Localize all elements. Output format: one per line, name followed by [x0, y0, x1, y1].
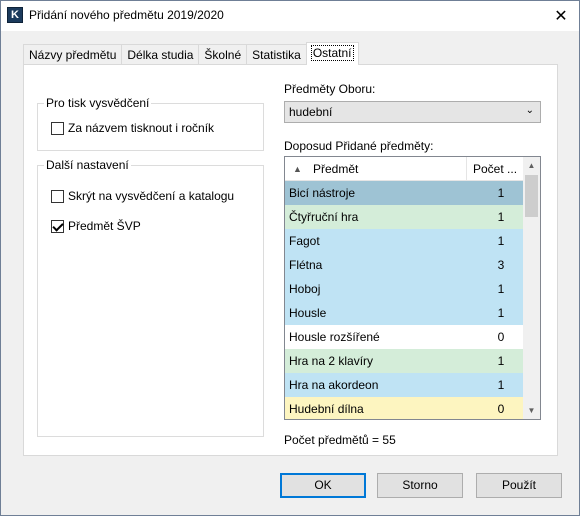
- list-item-subject: Hoboj: [289, 282, 321, 296]
- tab-nazvy-predmetu[interactable]: Názvy předmětu: [23, 44, 123, 65]
- print-with-year-checkbox[interactable]: [51, 121, 64, 135]
- list-item-count: 1: [497, 378, 505, 392]
- tab-ostatni[interactable]: Ostatní: [305, 42, 359, 65]
- close-icon: ✕: [554, 8, 568, 25]
- list-item-subject: Flétna: [289, 258, 323, 272]
- ok-button[interactable]: OK: [280, 473, 366, 498]
- window-title: Přidání nového předmětu 2019/2020: [29, 8, 224, 22]
- list-item[interactable]: Fagot 1: [285, 229, 523, 253]
- list-item[interactable]: Čtyřruční hra 1: [285, 205, 523, 229]
- list-item-count: 0: [497, 330, 505, 344]
- list-item[interactable]: Housle rozšířené 0: [285, 325, 523, 349]
- close-button[interactable]: ✕: [549, 5, 573, 27]
- app-icon: K: [7, 7, 23, 23]
- scroll-thumb[interactable]: [525, 175, 538, 217]
- svp-subject-checkbox[interactable]: [51, 219, 64, 233]
- list-item-subject: Fagot: [289, 234, 320, 248]
- list-item-count: 1: [497, 186, 505, 200]
- chevron-down-icon: ⌄: [525, 105, 534, 116]
- list-item-count: 1: [497, 306, 505, 320]
- list-header: ▲ Předmět Počet ...: [285, 157, 523, 181]
- list-item[interactable]: Hra na 2 klavíry 1: [285, 349, 523, 373]
- dialog-window: K Přidání nového předmětu 2019/2020 ✕ Ná…: [0, 0, 580, 516]
- other-settings-title: Další nastavení: [44, 158, 131, 172]
- tab-skolne[interactable]: Školné: [198, 44, 248, 65]
- print-settings-title: Pro tisk vysvědčení: [44, 96, 152, 110]
- list-item[interactable]: Hudební dílna 0: [285, 397, 523, 419]
- list-item[interactable]: Hoboj 1: [285, 277, 523, 301]
- list-item[interactable]: Housle 1: [285, 301, 523, 325]
- list-item-count: 1: [497, 282, 505, 296]
- list-item-count: 0: [497, 402, 505, 416]
- list-item-subject: Hra na 2 klavíry: [289, 354, 374, 368]
- cancel-button[interactable]: Storno: [377, 473, 463, 498]
- list-item-subject: Hudební dílna: [289, 402, 364, 416]
- subjects-list[interactable]: ▲ Předmět Počet ... Bicí nástroje 1 Čtyřru…: [284, 156, 541, 420]
- subject-total: Počet předmětů = 55: [284, 433, 396, 447]
- hide-on-certificate-label: Skrýt na vysvědčení a katalogu: [68, 189, 235, 203]
- field-select-label: Předměty Oboru:: [284, 82, 376, 96]
- list-item[interactable]: Bicí nástroje 1: [285, 181, 523, 205]
- tab-statistika[interactable]: Statistika: [246, 44, 307, 65]
- title-bar: K Přidání nového předmětu 2019/2020 ✕: [1, 1, 579, 31]
- print-settings-group: Pro tisk vysvědčení Za názvem tisknout i…: [37, 96, 264, 151]
- list-item-count: 1: [497, 234, 505, 248]
- hide-on-certificate-checkbox[interactable]: [51, 189, 64, 203]
- print-with-year-label: Za názvem tisknout i ročník: [68, 121, 215, 135]
- list-rows: Bicí nástroje 1 Čtyřruční hra 1 Fagot 1 Flétna…: [285, 181, 523, 419]
- field-select[interactable]: hudební ⌄: [284, 101, 541, 123]
- scroll-up-icon[interactable]: ▲: [523, 157, 540, 174]
- list-item-subject: Bicí nástroje: [289, 186, 356, 200]
- other-settings-group: Další nastavení Skrýt na vysvědčení a ka…: [37, 158, 264, 437]
- scroll-down-icon[interactable]: ▼: [523, 402, 540, 419]
- list-item-count: 3: [497, 258, 505, 272]
- print-with-year-row[interactable]: Za názvem tisknout i ročník: [51, 121, 214, 135]
- hide-on-certificate-row[interactable]: Skrýt na vysvědčení a katalogu: [51, 189, 234, 203]
- apply-button[interactable]: Použít: [476, 473, 562, 498]
- tab-delka-studia[interactable]: Délka studia: [121, 44, 200, 65]
- list-item[interactable]: Hra na akordeon 1: [285, 373, 523, 397]
- column-header-subject[interactable]: ▲ Předmět: [285, 157, 467, 181]
- svp-subject-label: Předmět ŠVP: [68, 219, 141, 233]
- list-item-count: 1: [497, 354, 505, 368]
- list-item-subject: Housle: [289, 306, 327, 320]
- tab-panel-ostatni: Pro tisk vysvědčení Za názvem tisknout i…: [23, 64, 558, 456]
- list-item-subject: Hra na akordeon: [289, 378, 379, 392]
- list-scrollbar[interactable]: ▲ ▼: [523, 157, 540, 419]
- sort-ascending-icon: ▲: [293, 164, 302, 174]
- column-header-count[interactable]: Počet ...: [467, 157, 523, 181]
- list-item-subject: Housle rozšířené: [289, 330, 380, 344]
- tab-strip: Názvy předmětu Délka studia Školné Stati…: [23, 42, 359, 65]
- list-item-subject: Čtyřruční hra: [289, 210, 359, 224]
- list-item-count: 1: [497, 210, 505, 224]
- field-select-value: hudební: [289, 105, 333, 119]
- subjects-list-label: Doposud Přidané předměty:: [284, 139, 434, 153]
- list-item[interactable]: Flétna 3: [285, 253, 523, 277]
- svp-subject-row[interactable]: Předmět ŠVP: [51, 219, 141, 233]
